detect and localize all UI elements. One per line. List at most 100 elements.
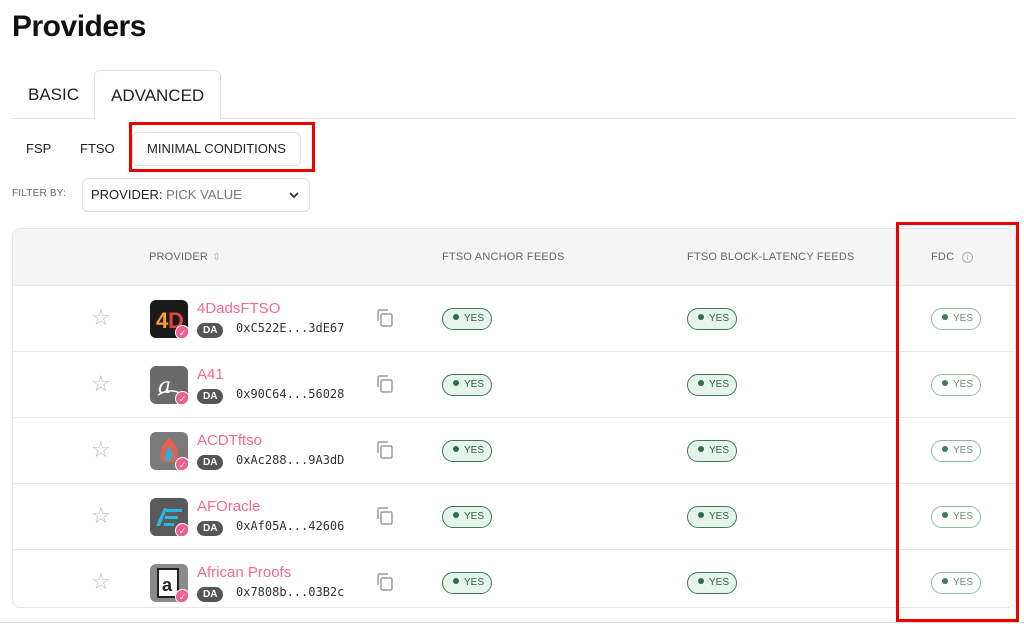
provider-name[interactable]: A41 bbox=[197, 366, 224, 383]
status-dot-icon bbox=[698, 314, 704, 320]
status-label: YES bbox=[464, 511, 485, 522]
status-label: YES bbox=[953, 511, 974, 522]
block-latency-status: YES bbox=[687, 506, 737, 528]
verified-icon: ✓ bbox=[175, 523, 188, 536]
da-badge: DA bbox=[197, 587, 224, 602]
status-dot-icon bbox=[698, 512, 704, 518]
status-label: YES bbox=[953, 445, 974, 456]
block-latency-status: YES bbox=[687, 440, 737, 462]
star-icon[interactable]: ☆ bbox=[91, 306, 111, 330]
fdc-status: YES bbox=[931, 374, 981, 396]
column-header-block-latency-feeds: FTSO BLOCK-LATENCY FEEDS bbox=[687, 251, 855, 263]
a41-logo-icon: a ✓ bbox=[150, 366, 188, 404]
block-latency-status: YES bbox=[687, 572, 737, 594]
bottom-divider bbox=[0, 622, 1024, 623]
4d-logo-icon: 4D ✓ bbox=[150, 300, 188, 338]
svg-text:a: a bbox=[158, 374, 171, 399]
status-label: YES bbox=[464, 313, 485, 324]
table-row: ☆ a ✓ African Proofs DA 0x7808b...03B2c … bbox=[13, 550, 1015, 607]
status-dot-icon bbox=[453, 314, 459, 320]
provider-address: 0xC522E...3dE67 bbox=[236, 321, 345, 335]
status-dot-icon bbox=[698, 446, 704, 452]
subtab-ftso[interactable]: FTSO bbox=[80, 128, 115, 170]
status-dot-icon bbox=[453, 512, 459, 518]
provider-address: 0xAf05A...42606 bbox=[236, 519, 345, 533]
copy-icon[interactable] bbox=[375, 374, 395, 394]
table-header: PROVIDER ⇳ FTSO ANCHOR FEEDS FTSO BLOCK-L… bbox=[13, 229, 1015, 286]
provider-address: 0x90C64...56028 bbox=[236, 387, 345, 401]
da-badge: DA bbox=[197, 389, 224, 404]
subtab-minimal-conditions[interactable]: MINIMAL CONDITIONS bbox=[132, 132, 301, 166]
svg-text:a: a bbox=[162, 575, 173, 595]
status-label: YES bbox=[709, 511, 730, 522]
status-dot-icon bbox=[942, 446, 948, 452]
status-label: YES bbox=[464, 379, 485, 390]
column-header-fdc: FDC i bbox=[931, 229, 974, 286]
copy-icon[interactable] bbox=[375, 308, 395, 328]
table-row: ☆ 4D ✓ 4DadsFTSO DA 0xC522E...3dE67 YES … bbox=[13, 286, 1015, 352]
status-dot-icon bbox=[942, 380, 948, 386]
table-row: ☆ a ✓ A41 DA 0x90C64...56028 YES YES YES bbox=[13, 352, 1015, 418]
status-label: YES bbox=[709, 445, 730, 456]
column-header-provider-label: PROVIDER bbox=[149, 251, 209, 263]
tab-advanced[interactable]: ADVANCED bbox=[94, 70, 222, 120]
fdc-status: YES bbox=[931, 308, 981, 330]
provider-name[interactable]: ACDTftso bbox=[197, 432, 262, 449]
anchor-feeds-status: YES bbox=[442, 440, 492, 462]
provider-name[interactable]: African Proofs bbox=[197, 564, 291, 581]
status-label: YES bbox=[953, 313, 974, 324]
column-header-provider[interactable]: PROVIDER ⇳ bbox=[149, 229, 221, 286]
af-logo-icon: ✓ bbox=[150, 498, 188, 536]
anchor-feeds-status: YES bbox=[442, 374, 492, 396]
status-dot-icon bbox=[453, 380, 459, 386]
filter-key: PROVIDER: bbox=[91, 187, 163, 202]
copy-icon[interactable] bbox=[375, 506, 395, 526]
status-label: YES bbox=[953, 577, 974, 588]
block-latency-status: YES bbox=[687, 308, 737, 330]
tab-basic[interactable]: BASIC bbox=[12, 70, 95, 119]
anchor-feeds-status: YES bbox=[442, 572, 492, 594]
status-label: YES bbox=[709, 577, 730, 588]
status-label: YES bbox=[709, 313, 730, 324]
page-title: Providers bbox=[12, 10, 146, 43]
status-label: YES bbox=[464, 577, 485, 588]
star-icon[interactable]: ☆ bbox=[91, 504, 111, 528]
provider-address: 0x7808b...03B2c bbox=[236, 585, 345, 599]
status-dot-icon bbox=[453, 446, 459, 452]
status-dot-icon bbox=[453, 578, 459, 584]
main-tabs: BASIC ADVANCED bbox=[12, 70, 1016, 120]
column-header-anchor-feeds: FTSO ANCHOR FEEDS bbox=[442, 251, 565, 263]
provider-address: 0xAc288...9A3dD bbox=[236, 453, 345, 467]
da-badge: DA bbox=[197, 455, 224, 470]
status-label: YES bbox=[464, 445, 485, 456]
provider-filter-select[interactable]: PROVIDER: PICK VALUE bbox=[82, 178, 310, 212]
copy-icon[interactable] bbox=[375, 572, 395, 592]
verified-icon: ✓ bbox=[175, 457, 188, 470]
sort-icon[interactable]: ⇳ bbox=[212, 252, 221, 263]
flame-logo-icon: ✓ bbox=[150, 432, 188, 470]
column-header-fdc-label: FDC bbox=[931, 251, 955, 263]
verified-icon: ✓ bbox=[175, 325, 188, 338]
fdc-status: YES bbox=[931, 506, 981, 528]
provider-name[interactable]: AFOracle bbox=[197, 498, 260, 515]
verified-icon: ✓ bbox=[175, 391, 188, 404]
anchor-feeds-status: YES bbox=[442, 308, 492, 330]
status-dot-icon bbox=[698, 578, 704, 584]
star-icon[interactable]: ☆ bbox=[91, 570, 111, 594]
da-badge: DA bbox=[197, 323, 224, 338]
verified-icon: ✓ bbox=[175, 589, 188, 602]
subtab-fsp[interactable]: FSP bbox=[26, 128, 51, 170]
status-label: YES bbox=[953, 379, 974, 390]
copy-icon[interactable] bbox=[375, 440, 395, 460]
providers-table: PROVIDER ⇳ FTSO ANCHOR FEEDS FTSO BLOCK-L… bbox=[12, 228, 1016, 608]
star-icon[interactable]: ☆ bbox=[91, 372, 111, 396]
info-icon[interactable]: i bbox=[962, 251, 974, 263]
provider-name[interactable]: 4DadsFTSO bbox=[197, 300, 280, 317]
anchor-feeds-status: YES bbox=[442, 506, 492, 528]
chevron-down-icon bbox=[289, 179, 299, 223]
status-dot-icon bbox=[942, 578, 948, 584]
table-row: ☆ ✓ AFOracle DA 0xAf05A...42606 YES YES … bbox=[13, 484, 1015, 550]
star-icon[interactable]: ☆ bbox=[91, 438, 111, 462]
fdc-status: YES bbox=[931, 572, 981, 594]
filter-label: FILTER BY: bbox=[12, 188, 67, 199]
